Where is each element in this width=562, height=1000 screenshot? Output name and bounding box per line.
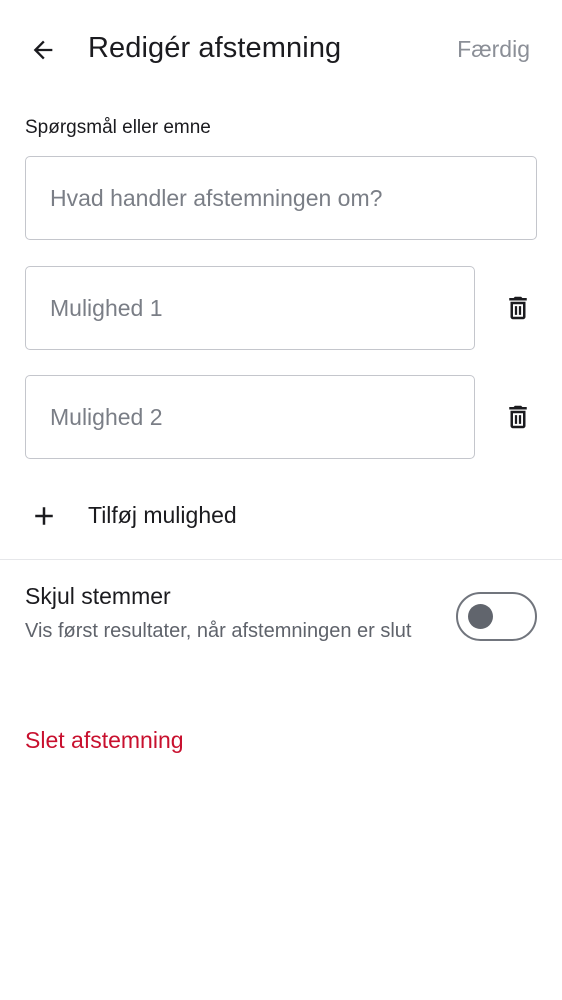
add-option-label: Tilføj mulighed bbox=[88, 502, 237, 528]
hide-votes-title: Skjul stemmer bbox=[25, 583, 171, 609]
hide-votes-description: Vis først resultater, når afstemningen e… bbox=[25, 620, 412, 642]
option-field-2 bbox=[25, 375, 475, 459]
edit-poll-screen: Redigér afstemning Færdig Spørgsmål elle… bbox=[0, 0, 562, 1000]
delete-option-2-button[interactable] bbox=[496, 395, 540, 439]
page-title: Redigér afstemning bbox=[88, 32, 342, 64]
question-field bbox=[25, 156, 537, 240]
done-button[interactable]: Færdig bbox=[457, 36, 530, 63]
option-input-2[interactable] bbox=[26, 376, 474, 458]
option-field-1 bbox=[25, 266, 475, 350]
delete-option-1-button[interactable] bbox=[496, 286, 540, 330]
back-button[interactable] bbox=[22, 28, 64, 72]
trash-icon bbox=[509, 296, 527, 320]
top-app-bar: Redigér afstemning Færdig bbox=[0, 0, 562, 100]
arrow-left-icon bbox=[33, 40, 53, 60]
trash-icon bbox=[509, 405, 527, 429]
add-option-button[interactable]: Tilføj mulighed bbox=[0, 490, 562, 542]
section-divider bbox=[0, 559, 562, 560]
toggle-knob bbox=[468, 604, 493, 629]
option-input-1[interactable] bbox=[26, 267, 474, 349]
question-input[interactable] bbox=[26, 157, 536, 239]
question-label: Spørgsmål eller emne bbox=[25, 117, 211, 138]
delete-poll-button[interactable]: Slet afstemning bbox=[25, 727, 184, 754]
plus-icon bbox=[28, 500, 60, 532]
hide-votes-toggle[interactable] bbox=[456, 592, 537, 641]
